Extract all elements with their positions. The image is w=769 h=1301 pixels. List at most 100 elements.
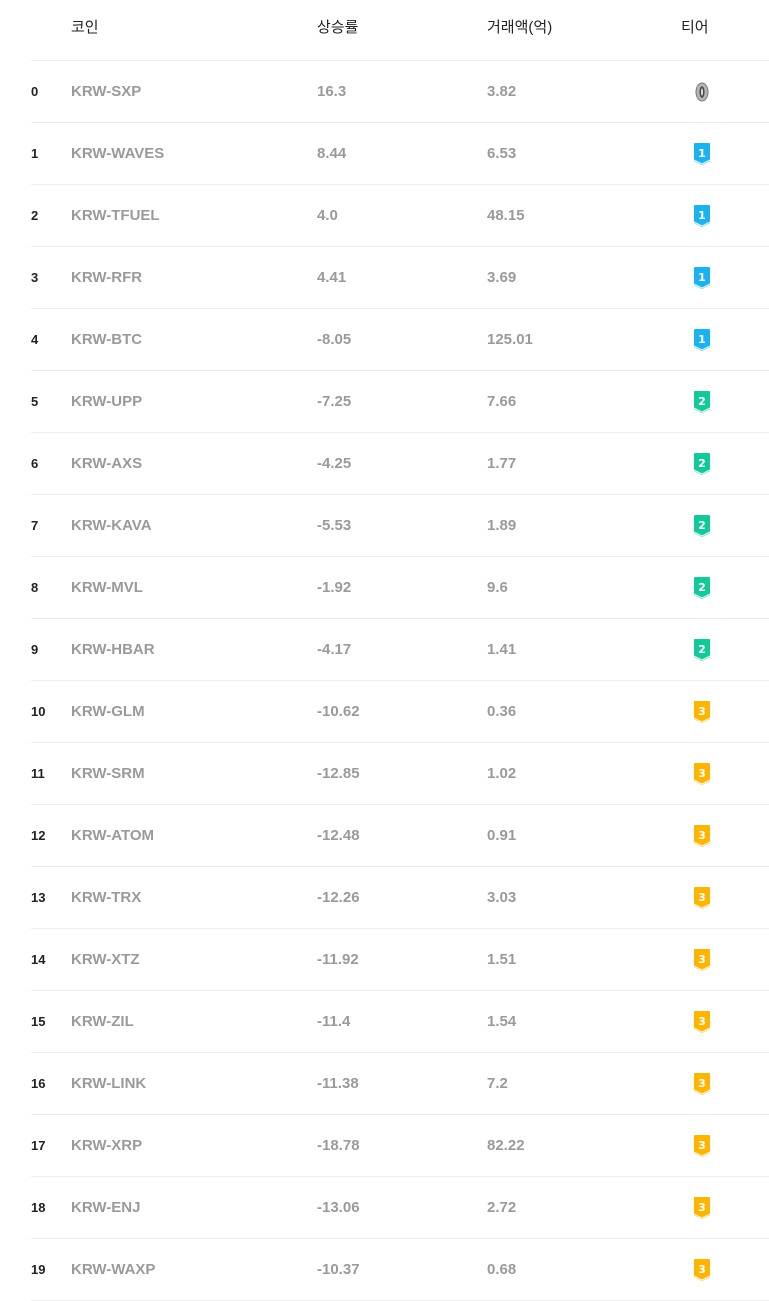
table-row[interactable]: 12 KRW-ATOM -12.48 0.91 3 — [31, 805, 769, 867]
table-body: 0 KRW-SXP 16.3 3.82 1 KRW-WAVES 8.44 6.53 1 2 KRW-… — [31, 61, 769, 1301]
coin-name: KRW-XRP — [71, 1137, 143, 1154]
row-index: 0 — [31, 84, 39, 99]
row-index: 5 — [31, 394, 39, 409]
coin-name: KRW-UPP — [71, 393, 143, 410]
row-index: 9 — [31, 642, 39, 657]
trade-volume: 82.22 — [487, 1137, 525, 1154]
tier-number: 1 — [698, 147, 706, 160]
coin-tier-table: 코인 상승률 거래액(억) 티어 0 KRW-SXP 16.3 3.82 1 KRW-WA… — [31, 0, 769, 1301]
trade-volume: 1.89 — [487, 517, 517, 534]
table-row[interactable]: 18 KRW-ENJ -13.06 2.72 3 — [31, 1177, 769, 1239]
tier-3-icon: 3 — [691, 1072, 713, 1096]
table-row[interactable]: 7 KRW-KAVA -5.53 1.89 2 — [31, 495, 769, 557]
table-row[interactable]: 13 KRW-TRX -12.26 3.03 3 — [31, 867, 769, 929]
tier-3-icon: 3 — [691, 1010, 713, 1034]
table-row[interactable]: 19 KRW-WAXP -10.37 0.68 3 — [31, 1239, 769, 1301]
coin-name: KRW-MVL — [71, 579, 143, 596]
rise-rate: -18.78 — [317, 1137, 360, 1154]
trade-volume: 125.01 — [487, 331, 533, 348]
tier-number: 3 — [698, 1201, 706, 1214]
rise-rate: 4.0 — [317, 207, 338, 224]
tier-1-icon: 1 — [691, 328, 713, 352]
trade-volume: 0.91 — [487, 827, 517, 844]
row-index: 13 — [31, 890, 46, 905]
table-header: 코인 상승률 거래액(억) 티어 — [31, 0, 769, 61]
table-row[interactable]: 1 KRW-WAVES 8.44 6.53 1 — [31, 123, 769, 185]
table-row[interactable]: 6 KRW-AXS -4.25 1.77 2 — [31, 433, 769, 495]
tier-3-icon: 3 — [691, 1134, 713, 1158]
tier-2-icon: 2 — [691, 576, 713, 600]
row-index: 12 — [31, 828, 46, 843]
table-row[interactable]: 15 KRW-ZIL -11.4 1.54 3 — [31, 991, 769, 1053]
trade-volume: 7.66 — [487, 393, 517, 410]
table-row[interactable]: 0 KRW-SXP 16.3 3.82 — [31, 61, 769, 123]
trade-volume: 3.69 — [487, 269, 517, 286]
tier-number: 3 — [698, 705, 706, 718]
tier-number: 3 — [698, 1077, 706, 1090]
row-index: 14 — [31, 952, 46, 967]
coin-name: KRW-SRM — [71, 765, 145, 782]
table-row[interactable]: 10 KRW-GLM -10.62 0.36 3 — [31, 681, 769, 743]
trade-volume: 1.54 — [487, 1013, 517, 1030]
rise-rate: 4.41 — [317, 269, 347, 286]
table-row[interactable]: 14 KRW-XTZ -11.92 1.51 3 — [31, 929, 769, 991]
rise-rate: -4.25 — [317, 455, 352, 472]
rise-rate: -11.4 — [317, 1013, 351, 1030]
rise-rate: -12.26 — [317, 889, 360, 906]
coin-name: KRW-WAVES — [71, 145, 165, 162]
tier-number: 1 — [698, 209, 706, 222]
table-row[interactable]: 9 KRW-HBAR -4.17 1.41 2 — [31, 619, 769, 681]
tier-number: 3 — [698, 767, 706, 780]
tier-number: 2 — [698, 457, 706, 470]
table-row[interactable]: 8 KRW-MVL -1.92 9.6 2 — [31, 557, 769, 619]
trade-volume: 2.72 — [487, 1199, 517, 1216]
rise-rate: -11.38 — [317, 1075, 359, 1092]
rise-rate: -12.48 — [317, 827, 360, 844]
trade-volume: 48.15 — [487, 207, 525, 224]
coin-name: KRW-SXP — [71, 83, 142, 100]
coin-name: KRW-LINK — [71, 1075, 147, 1092]
coin-name: KRW-XTZ — [71, 951, 140, 968]
tier-number: 3 — [698, 1263, 706, 1276]
header-rate[interactable]: 상승률 — [317, 0, 477, 56]
coin-name: KRW-WAXP — [71, 1261, 156, 1278]
rise-rate: -5.53 — [317, 517, 352, 534]
table-row[interactable]: 4 KRW-BTC -8.05 125.01 1 — [31, 309, 769, 371]
table-row[interactable]: 11 KRW-SRM -12.85 1.02 3 — [31, 743, 769, 805]
row-index: 19 — [31, 1262, 46, 1277]
row-index: 8 — [31, 580, 39, 595]
row-index: 15 — [31, 1014, 46, 1029]
tier-3-icon: 3 — [691, 1258, 713, 1282]
tier-2-icon: 2 — [691, 390, 713, 414]
coin-name: KRW-KAVA — [71, 517, 152, 534]
tier-3-icon: 3 — [691, 824, 713, 848]
tier-number: 3 — [698, 953, 706, 966]
table-row[interactable]: 3 KRW-RFR 4.41 3.69 1 — [31, 247, 769, 309]
tier-number: 3 — [698, 1015, 706, 1028]
row-index: 2 — [31, 208, 39, 223]
rise-rate: -10.37 — [317, 1261, 360, 1278]
tier-number: 3 — [698, 829, 706, 842]
tier-3-icon: 3 — [691, 762, 713, 786]
row-index: 3 — [31, 270, 39, 285]
trade-volume: 9.6 — [487, 579, 508, 596]
rise-rate: -11.92 — [317, 951, 359, 968]
table-row[interactable]: 5 KRW-UPP -7.25 7.66 2 — [31, 371, 769, 433]
coin-name: KRW-ATOM — [71, 827, 155, 844]
rise-rate: -1.92 — [317, 579, 352, 596]
header-tier[interactable]: 티어 — [681, 0, 741, 56]
coin-name: KRW-ENJ — [71, 1199, 141, 1216]
header-volume[interactable]: 거래액(억) — [487, 0, 647, 56]
tier-1-icon: 1 — [691, 204, 713, 228]
trade-volume: 0.36 — [487, 703, 517, 720]
header-coin[interactable]: 코인 — [71, 0, 311, 56]
rise-rate: -12.85 — [317, 765, 360, 782]
tier-2-icon: 2 — [691, 638, 713, 662]
trade-volume: 0.68 — [487, 1261, 517, 1278]
table-row[interactable]: 17 KRW-XRP -18.78 82.22 3 — [31, 1115, 769, 1177]
table-row[interactable]: 16 KRW-LINK -11.38 7.2 3 — [31, 1053, 769, 1115]
row-index: 10 — [31, 704, 46, 719]
rise-rate: -4.17 — [317, 641, 352, 658]
rise-rate: -13.06 — [317, 1199, 360, 1216]
table-row[interactable]: 2 KRW-TFUEL 4.0 48.15 1 — [31, 185, 769, 247]
